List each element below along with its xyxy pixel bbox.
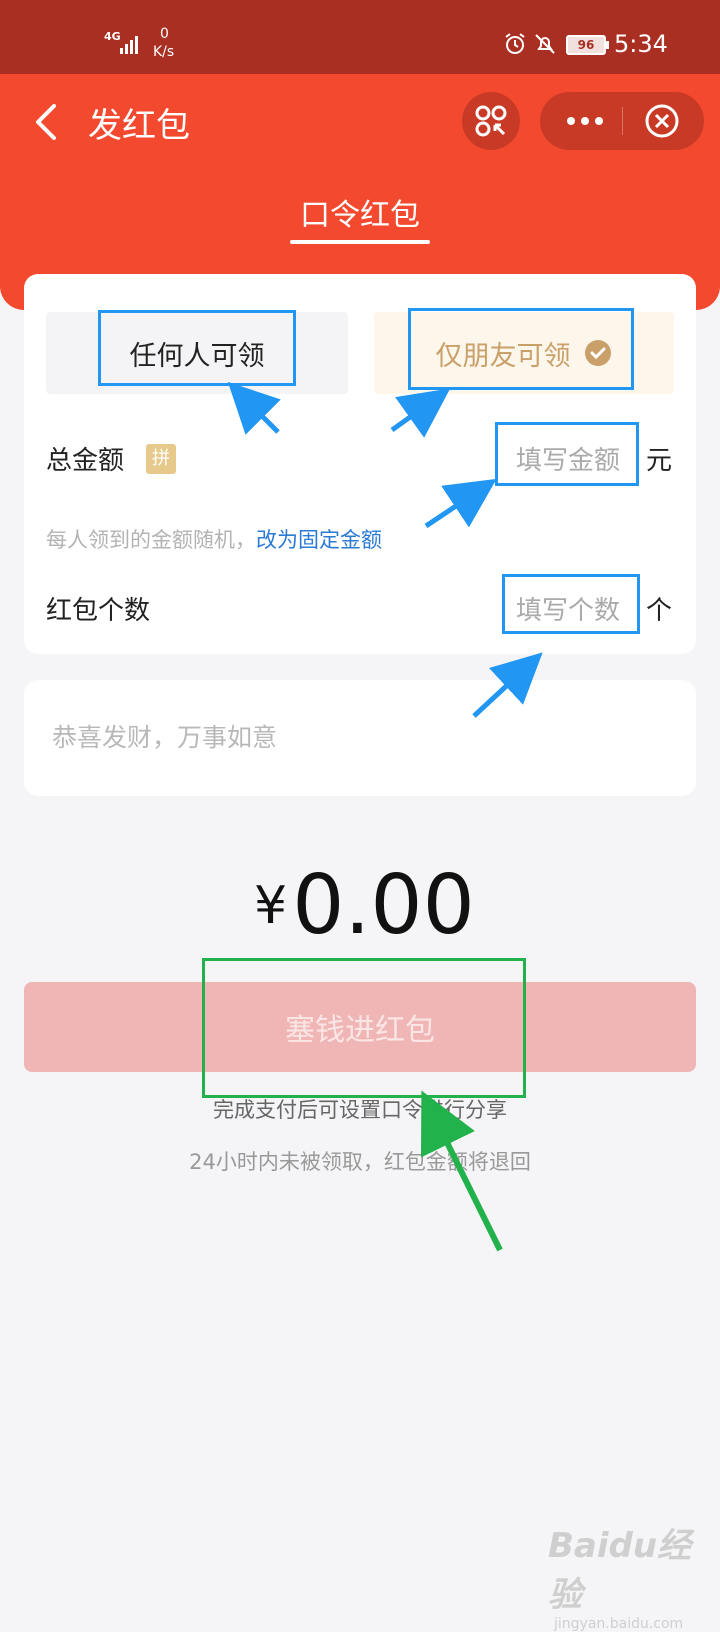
- arrow-to-count: [472, 652, 543, 718]
- annotation-arrows: [227, 381, 543, 1252]
- arrow-to-amount: [424, 478, 497, 529]
- arrow-to-friends: [390, 388, 451, 438]
- arrow-to-submit: [421, 1090, 503, 1252]
- watermark-logo-text: Baidu经验: [548, 1526, 692, 1615]
- watermark: Baidu经验 jingyan.baidu.com: [548, 1518, 720, 1632]
- arrow-to-anyone: [227, 381, 281, 435]
- watermark-url: jingyan.baidu.com: [554, 1616, 684, 1632]
